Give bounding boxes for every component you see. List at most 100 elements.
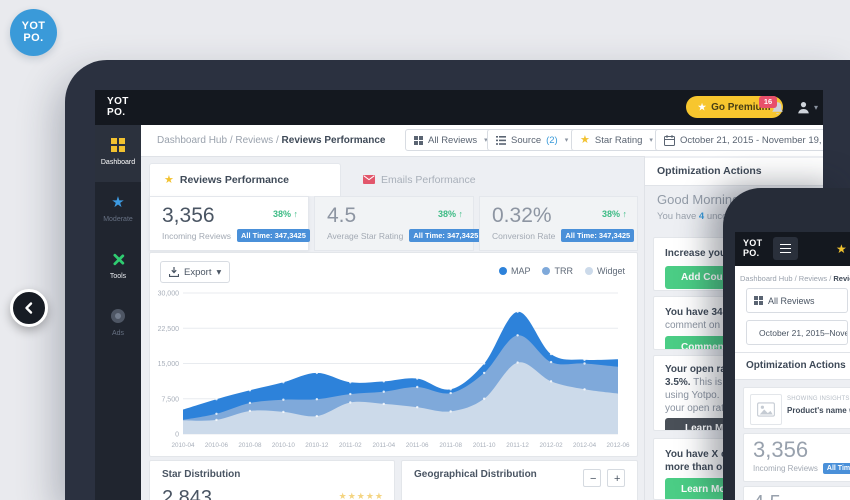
sidebar-item-moderate[interactable]: ★ Moderate — [95, 182, 141, 239]
tab-emails-performance[interactable]: Emails Performance — [363, 163, 476, 196]
tab-emails-performance-label: Emails Performance — [381, 173, 476, 186]
map-zoom-in-button[interactable]: + — [607, 469, 625, 487]
stacked-area-chart: 0 7,500 15,000 22,500 30,000 2010-04 2010-06 20… — [158, 291, 630, 450]
legend-item-trr[interactable]: TRR — [542, 266, 573, 276]
stat-card-incoming-reviews: 3,356 38% ↑ Incoming Reviews All Time: 34… — [149, 196, 310, 251]
yotpo-logo: YOT PO. — [107, 96, 129, 118]
sidebar-item-tools[interactable]: Tools — [95, 239, 141, 296]
yotpo-brand-badge: YOT PO. — [10, 9, 57, 56]
sidebar-item-ads[interactable]: Ads — [95, 296, 141, 353]
chevron-down-icon: ▾ — [564, 137, 569, 144]
star-icon: ★ — [164, 173, 174, 186]
stat-change: 38% ↑ — [437, 209, 464, 219]
ads-icon — [95, 309, 141, 326]
stat-card-conversion-rate: 0.32% 38% ↑ Conversion Rate All Time: 347… — [479, 196, 638, 251]
tab-reviews-performance[interactable]: ★ Reviews Performance — [149, 163, 341, 196]
tablet-optimization-header: Optimization Actions — [735, 352, 850, 380]
reviews-grid-icon — [754, 296, 763, 305]
filter-source[interactable]: Source (2) ▾ — [487, 129, 578, 151]
envelope-icon — [363, 175, 375, 184]
sidebar-item-dashboard[interactable]: Dashboard — [95, 125, 141, 182]
chevron-down-icon: ▾ — [814, 103, 819, 112]
stat-value: 3,356 — [162, 204, 215, 227]
user-icon — [798, 102, 809, 114]
svg-text:2012-02: 2012-02 — [540, 442, 564, 449]
filter-star-rating[interactable]: ★ Star Rating ▾ — [571, 129, 662, 151]
legend-dot-widget — [584, 267, 593, 275]
tablet-filter-date-range[interactable]: October 21, 2015–Novemb — [746, 320, 848, 345]
breadcrumb-dashboard-hub[interactable]: Dashboard Hub — [157, 135, 227, 146]
svg-text:0: 0 — [175, 432, 179, 439]
filter-source-label: Source — [511, 134, 542, 146]
svg-text:7,500: 7,500 — [161, 396, 179, 403]
svg-text:15,000: 15,000 — [158, 361, 180, 368]
arrow-up-icon: ↑ — [293, 209, 299, 219]
svg-text:2010-10: 2010-10 — [272, 442, 296, 449]
star-distribution-title: Star Distribution — [162, 469, 241, 480]
tablet-date-range-label: October 21, 2015–Novemb — [759, 327, 847, 338]
legend-item-widget[interactable]: Widget — [584, 266, 625, 276]
chart-legend: MAP TRR Widget — [498, 266, 625, 276]
breadcrumb-reviews[interactable]: Reviews — [235, 135, 273, 146]
image-placeholder-icon — [750, 394, 782, 425]
sidebar-label-tools: Tools — [109, 273, 127, 280]
tools-icon — [95, 252, 141, 269]
sidebar-label-moderate: Moderate — [103, 216, 133, 223]
svg-text:22,500: 22,500 — [158, 326, 180, 333]
filter-all-reviews-label: All Reviews — [428, 134, 478, 146]
hamburger-menu-button[interactable] — [773, 237, 798, 260]
tablet-optimization-title: Optimization Actions — [746, 360, 846, 371]
reviews-chart-card: Export ▾ MAP TRR Widget 0 7,500 15,000 22,5… — [149, 252, 638, 457]
svg-text:2011-06: 2011-06 — [406, 442, 429, 449]
sidebar: Dashboard ★ Moderate Tools Ads — [95, 125, 141, 500]
tablet-stat-card-incoming-reviews: 3,356 Incoming Reviews All Time: 34 — [743, 433, 850, 482]
legend-item-map[interactable]: MAP — [498, 266, 530, 276]
moderate-star-icon: ★ — [111, 194, 125, 211]
tablet-stat-card-average-star-rating: 4.5 — [743, 486, 850, 500]
source-list-icon — [496, 135, 506, 145]
stat-card-average-star-rating: 4.5 38% ↑ Average Star Rating All Time: 3… — [314, 196, 483, 251]
export-label: Export — [184, 266, 212, 278]
all-time-badge: All Time: 34 — [822, 463, 850, 474]
breadcrumb-current: Reviews Performance — [281, 135, 386, 146]
tablet-insight-card: SHOWING INSIGHTS FOR: Product's name wil… — [743, 387, 850, 429]
filter-star-rating-label: Star Rating — [594, 134, 643, 146]
top-toolbar: Dashboard Hub / Reviews / Reviews Perfor… — [141, 125, 823, 157]
notification-count-badge: 16 — [759, 96, 777, 108]
optimization-title: Optimization Actions — [657, 165, 762, 177]
sidebar-label-dashboard: Dashboard — [100, 159, 136, 166]
filter-date-range[interactable]: October 21, 2015 - November 19, 2015 ▾ — [655, 129, 823, 151]
tablet-breadcrumb: Dashboard Hub / Reviews / Revie — [740, 274, 850, 283]
tablet-app-header: YOT PO. ★ — [735, 232, 850, 266]
star-distribution-card: Star Distribution 2,843 ★★★★★ — [149, 460, 395, 500]
premium-star-icon: ★ — [836, 242, 847, 256]
map-zoom-out-button[interactable]: − — [583, 469, 601, 487]
user-menu[interactable]: ▾ — [797, 101, 818, 114]
chevron-left-icon — [25, 302, 33, 314]
stat-change: 38% ↑ — [601, 209, 628, 219]
arrow-up-icon: ↑ — [622, 209, 628, 219]
filter-all-reviews[interactable]: All Reviews ▾ — [405, 129, 497, 151]
all-time-badge: All Time: 347,3425 — [561, 229, 635, 242]
brand-badge-line1: YOT — [21, 20, 46, 33]
page-background: YOT PO. YOT PO. ★ Go Premium 16 ▾ Dashbo… — [0, 0, 850, 500]
stat-label: Incoming Reviews — [162, 230, 231, 241]
stat-label: Conversion Rate — [492, 230, 556, 241]
svg-text:2010-08: 2010-08 — [238, 442, 262, 449]
tablet-filter-all-reviews[interactable]: All Reviews — [746, 288, 848, 313]
download-icon — [169, 267, 179, 277]
stat-value: 4.5 — [327, 204, 357, 227]
stat-label: Incoming Reviews — [753, 464, 818, 473]
premium-star-icon: ★ — [698, 101, 707, 112]
breadcrumb: Dashboard Hub / Reviews / Reviews Perfor… — [157, 125, 385, 156]
sidebar-label-ads: Ads — [111, 330, 125, 337]
app-header: YOT PO. ★ Go Premium 16 ▾ — [95, 90, 823, 125]
export-button[interactable]: Export ▾ — [160, 261, 231, 283]
carousel-prev-button[interactable] — [10, 289, 48, 327]
stat-label: Average Star Rating — [327, 230, 404, 241]
arrow-up-icon: ↑ — [458, 209, 464, 219]
svg-text:2011-12: 2011-12 — [506, 442, 529, 449]
geographical-distribution-title: Geographical Distribution — [414, 469, 537, 480]
svg-text:2011-04: 2011-04 — [372, 442, 395, 449]
optimization-panel-header: Optimization Actions — [645, 158, 823, 186]
